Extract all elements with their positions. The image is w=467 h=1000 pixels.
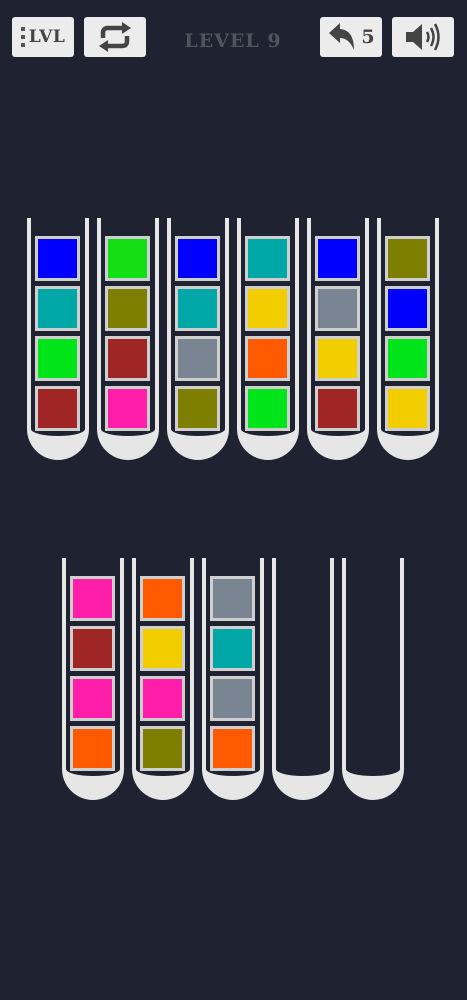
undo-count: 5 (361, 26, 375, 48)
undo-icon (329, 23, 355, 50)
level-select-label: LVL (28, 27, 66, 47)
ball-gray (210, 576, 255, 621)
tube-1[interactable] (27, 218, 89, 460)
ball-teal (35, 286, 80, 331)
ball-pink (70, 576, 115, 621)
tube-7[interactable] (62, 558, 124, 800)
ball-yellow (245, 286, 290, 331)
ball-teal (175, 286, 220, 331)
ball-yellow (315, 336, 360, 381)
ball-olive (385, 236, 430, 281)
ball-teal (245, 236, 290, 281)
menu-dots-icon (20, 27, 25, 47)
ball-green (245, 386, 290, 431)
restart-button[interactable] (84, 17, 146, 57)
tube-9[interactable] (202, 558, 264, 800)
ball-orange (70, 726, 115, 771)
ball-gray (315, 286, 360, 331)
undo-button[interactable]: 5 (320, 17, 382, 57)
ball-blue (315, 236, 360, 281)
tube-2[interactable] (97, 218, 159, 460)
tube-6[interactable] (377, 218, 439, 460)
ball-dark-red (105, 336, 150, 381)
ball-pink (70, 676, 115, 721)
ball-yellow (140, 626, 185, 671)
level-title: LEVEL 9 (184, 30, 282, 52)
ball-gray (210, 676, 255, 721)
ball-blue (385, 286, 430, 331)
ball-orange (245, 336, 290, 381)
tube-11[interactable] (342, 558, 404, 800)
tube-5[interactable] (307, 218, 369, 460)
ball-green (35, 336, 80, 381)
ball-teal (210, 626, 255, 671)
restart-icon (99, 22, 131, 52)
tube-4[interactable] (237, 218, 299, 460)
ball-olive (105, 286, 150, 331)
ball-blue (175, 236, 220, 281)
ball-green (385, 336, 430, 381)
tube-8[interactable] (132, 558, 194, 800)
ball-lime (105, 236, 150, 281)
speaker-icon (406, 23, 440, 51)
tube-3[interactable] (167, 218, 229, 460)
ball-pink (140, 676, 185, 721)
sound-button[interactable] (392, 17, 454, 57)
ball-olive (140, 726, 185, 771)
ball-pink (105, 386, 150, 431)
ball-olive (175, 386, 220, 431)
ball-dark-red (315, 386, 360, 431)
ball-orange (140, 576, 185, 621)
ball-gray (175, 336, 220, 381)
ball-orange (210, 726, 255, 771)
ball-dark-red (70, 626, 115, 671)
ball-blue (35, 236, 80, 281)
ball-dark-red (35, 386, 80, 431)
level-select-button[interactable]: LVL (12, 17, 74, 57)
ball-yellow (385, 386, 430, 431)
tube-10[interactable] (272, 558, 334, 800)
